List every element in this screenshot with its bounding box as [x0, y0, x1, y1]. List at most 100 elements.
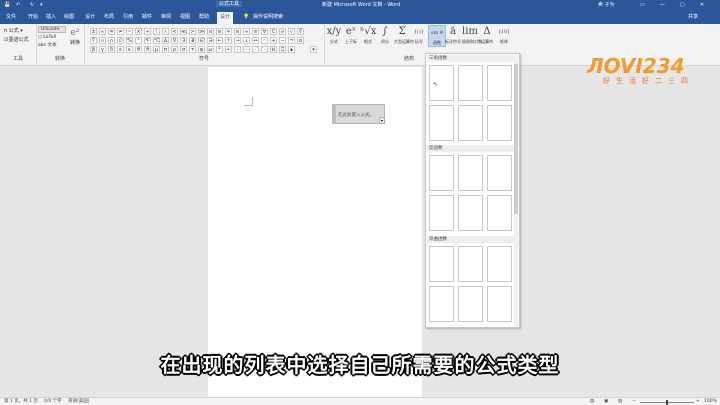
structure-button[interactable]: lim 极限和对数 — [462, 25, 482, 45]
symbol-button[interactable]: √ — [288, 28, 295, 35]
restore-icon[interactable]: ▢ — [680, 2, 685, 8]
structure-button[interactable]: {()} 括号 — [411, 25, 427, 45]
symbol-button[interactable]: ∀ — [261, 28, 268, 35]
symbol-button[interactable]: ≤ — [207, 28, 214, 35]
symbol-button[interactable]: φ — [198, 46, 205, 53]
symbol-button[interactable]: ≫ — [198, 28, 205, 35]
symbol-button[interactable]: ≪ — [180, 28, 187, 35]
symbol-button[interactable]: ω — [207, 46, 214, 53]
ink-equation-button[interactable]: ☑墨迹公式 — [4, 36, 29, 43]
symbol-button[interactable]: ⋰ — [252, 46, 259, 53]
gallery-item[interactable] — [429, 105, 454, 141]
symbol-button[interactable]: = — [108, 28, 115, 35]
equation-options-icon[interactable]: ▾ — [379, 117, 385, 124]
symbol-button[interactable]: > — [189, 28, 196, 35]
symbol-button[interactable]: ⋮ — [234, 46, 241, 53]
user-name[interactable]: 卖 子为 — [598, 2, 615, 8]
symbol-button[interactable]: ∄ — [189, 37, 196, 44]
gallery-item[interactable] — [487, 65, 512, 101]
symbol-button[interactable]: ∴ — [261, 37, 268, 44]
symbol-button[interactable]: ~ — [126, 28, 133, 35]
structure-button[interactable]: x/y 分式 — [326, 25, 342, 45]
equation-dropdown[interactable]: π 公式 ▾ — [4, 27, 23, 34]
symbol-button[interactable]: ∛ — [297, 28, 304, 35]
symbol-button[interactable]: × — [135, 28, 142, 35]
symbol-button[interactable]: ϑ — [144, 46, 151, 53]
symbol-button[interactable]: γ — [99, 46, 106, 53]
status-language[interactable]: 英语(美国) — [68, 399, 90, 405]
symbol-more-icon[interactable]: ▾ — [310, 46, 317, 53]
structure-button[interactable]: eˣ 上下标 — [343, 25, 359, 45]
tell-me-search[interactable]: 操作说明搜索 — [253, 14, 283, 20]
latex-option[interactable]: ○ LaTeX — [38, 35, 56, 40]
symbol-button[interactable]: ∁ — [270, 28, 277, 35]
symbol-button[interactable]: ↔ — [252, 37, 259, 44]
gallery-item[interactable] — [458, 65, 483, 101]
symbol-button[interactable]: ∈ — [198, 37, 205, 44]
symbol-button[interactable]: ∎ — [288, 46, 295, 53]
share-button[interactable]: 共享 — [688, 14, 698, 20]
gallery-item[interactable] — [487, 246, 512, 282]
symbol-button[interactable]: % — [126, 37, 133, 44]
gallery-item[interactable] — [429, 195, 454, 231]
tab-file[interactable]: 文件 — [6, 14, 16, 20]
structure-button[interactable]: ⁿ√x 根式 — [360, 25, 376, 45]
symbol-button[interactable]: ≡ — [252, 28, 259, 35]
symbol-button[interactable]: μ — [153, 46, 160, 53]
zoom-level[interactable]: 100% — [704, 399, 717, 405]
equation-handle[interactable] — [333, 105, 336, 123]
symbol-button[interactable]: τ — [189, 46, 196, 53]
web-layout-icon[interactable]: ▥ — [618, 399, 622, 405]
gallery-item[interactable] — [458, 195, 483, 231]
zoom-out-icon[interactable]: − — [632, 399, 636, 405]
print-layout-icon[interactable]: ▣ — [604, 399, 608, 405]
structure-button[interactable]: Σ 大型运算符 — [394, 25, 414, 45]
structure-button[interactable]: ä 标注符号 — [445, 25, 461, 45]
convert-button[interactable]: e² 转换 — [68, 26, 82, 46]
gallery-item[interactable] — [429, 246, 454, 282]
qat-more-icon[interactable]: ▾ — [40, 2, 43, 8]
symbol-button[interactable]: ε — [117, 46, 124, 53]
symbol-button[interactable]: ∜ — [90, 37, 97, 44]
tab-review[interactable]: 审阅 — [161, 14, 171, 20]
tab-equation-design[interactable]: 设计 — [217, 12, 234, 24]
symbol-button[interactable]: → — [234, 37, 241, 44]
ribbon-display-icon[interactable]: ▭ — [640, 2, 645, 8]
gallery-item[interactable] — [487, 155, 512, 191]
tab-help[interactable]: 帮助 — [199, 14, 209, 20]
symbol-button[interactable]: ↓ — [243, 37, 250, 44]
symbol-button[interactable]: α — [297, 37, 304, 44]
symbol-button[interactable]: ⋯ — [243, 46, 250, 53]
symbol-button[interactable]: ∇ — [171, 37, 178, 44]
gallery-item[interactable] — [429, 286, 454, 322]
symbol-button[interactable]: ≈ — [243, 28, 250, 35]
symbol-button[interactable]: ϵ — [126, 46, 133, 53]
symbol-button[interactable]: ∆ — [162, 37, 169, 44]
symbol-button[interactable]: < — [171, 28, 178, 35]
symbol-button[interactable]: β — [90, 46, 97, 53]
gallery-scroll-thumb[interactable] — [514, 64, 518, 214]
tab-draw[interactable]: 绘图 — [64, 14, 74, 20]
symbol-button[interactable]: ∓ — [225, 28, 232, 35]
tab-insert[interactable]: 插入 — [46, 14, 56, 20]
symbol-button[interactable]: ↑ — [225, 37, 232, 44]
gallery-item[interactable] — [487, 105, 512, 141]
symbol-button[interactable]: ≅ — [234, 28, 241, 35]
gallery-item[interactable] — [458, 246, 483, 282]
gallery-item[interactable] — [458, 105, 483, 141]
tab-layout[interactable]: 布局 — [104, 14, 114, 20]
symbol-button[interactable]: δ — [108, 46, 115, 53]
symbol-button[interactable]: ≥ — [216, 28, 223, 35]
symbol-button[interactable]: ! — [153, 28, 160, 35]
structure-button[interactable]: sin θ 函数 — [428, 25, 446, 47]
symbol-button[interactable]: ± — [90, 28, 97, 35]
symbol-button[interactable]: ∋ — [207, 37, 214, 44]
gallery-item[interactable] — [458, 286, 483, 322]
tab-references[interactable]: 引用 — [123, 14, 133, 20]
symbol-button[interactable]: θ — [135, 46, 142, 53]
gallery-item[interactable] — [429, 155, 454, 191]
symbol-button[interactable]: σ — [180, 46, 187, 53]
tab-mailings[interactable]: 邮件 — [142, 14, 152, 20]
symbol-button[interactable]: ÷ — [144, 28, 151, 35]
tab-design[interactable]: 设计 — [85, 14, 95, 20]
